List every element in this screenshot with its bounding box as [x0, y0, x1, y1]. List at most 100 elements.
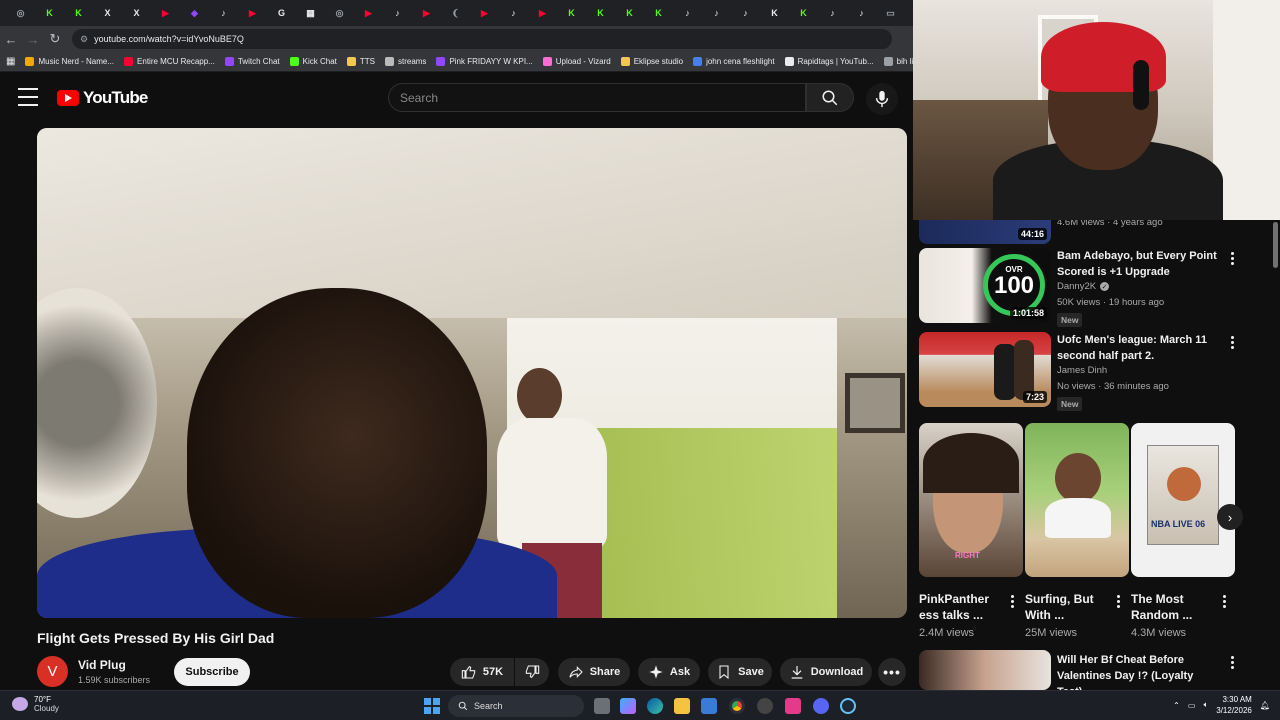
video-title[interactable]: Will Her Bf Cheat Before Valentines Day … — [1057, 652, 1217, 690]
browser-tab[interactable]: ▶ — [354, 0, 383, 26]
voice-search-button[interactable] — [866, 83, 898, 115]
address-bar[interactable]: ⚙ youtube.com/watch?v=idYvoNuBE7Q — [72, 29, 892, 49]
browser-tab[interactable]: ▶ — [470, 0, 499, 26]
more-vert-icon[interactable] — [1231, 252, 1235, 265]
browser-tab[interactable]: ♪ — [818, 0, 847, 26]
copilot-icon[interactable] — [620, 698, 636, 714]
browser-tab[interactable]: K — [586, 0, 615, 26]
taskbar-search[interactable]: Search — [448, 695, 584, 717]
bookmark-item[interactable]: Eklipse studio — [620, 57, 683, 66]
browser-tab[interactable]: K — [615, 0, 644, 26]
video-player[interactable] — [37, 128, 907, 618]
obs-icon[interactable] — [757, 698, 773, 714]
network-icon[interactable]: ▭ — [1188, 701, 1196, 710]
browser-tab[interactable]: ♪ — [383, 0, 412, 26]
browser-tab[interactable]: X — [122, 0, 151, 26]
recommended-video[interactable]: Will Her Bf Cheat Before Valentines Day … — [919, 650, 1274, 690]
browser-tab[interactable]: X — [93, 0, 122, 26]
more-vert-icon[interactable] — [1231, 336, 1235, 349]
volume-icon[interactable]: 🔈︎ — [1203, 700, 1208, 710]
video-title[interactable]: Uofc Men's league: March 11 second half … — [1057, 332, 1217, 364]
chrome-icon[interactable] — [729, 698, 745, 714]
browser-tab[interactable]: K — [789, 0, 818, 26]
more-vert-icon[interactable] — [1223, 595, 1227, 608]
bookmark-item[interactable]: Twitch Chat — [224, 57, 280, 66]
channel-name[interactable]: Vid Plug — [78, 658, 126, 672]
steam-icon[interactable] — [840, 698, 856, 714]
browser-tab[interactable]: K — [35, 0, 64, 26]
browser-tab[interactable]: ♪ — [702, 0, 731, 26]
task-view-icon[interactable] — [594, 698, 610, 714]
browser-tab[interactable]: ▭ — [876, 0, 905, 26]
download-button[interactable]: Download — [780, 658, 872, 686]
browser-tab[interactable]: K — [557, 0, 586, 26]
notification-bell-icon[interactable]: 🔔︎ — [1260, 701, 1270, 710]
browser-tab[interactable]: ▶ — [412, 0, 441, 26]
channel-name[interactable]: Danny2K — [1057, 281, 1096, 292]
browser-tab[interactable]: ▦ — [296, 0, 325, 26]
browser-tab[interactable]: K — [64, 0, 93, 26]
like-button[interactable]: 57K — [450, 658, 514, 686]
search-button[interactable] — [806, 83, 854, 112]
youtube-logo[interactable]: YouTube — [57, 88, 148, 108]
site-info-icon[interactable]: ⚙ — [80, 34, 88, 45]
subscribe-button[interactable]: Subscribe — [174, 658, 250, 686]
more-vert-icon[interactable] — [1011, 595, 1015, 608]
bookmark-item[interactable]: Kick Chat — [289, 57, 337, 66]
browser-tab[interactable]: K — [644, 0, 673, 26]
short-item[interactable]: RIGHT PinkPanther ess talks ... 2.4M vie… — [919, 423, 1023, 639]
dislike-button[interactable] — [515, 658, 549, 686]
browser-tab[interactable]: ▶ — [528, 0, 557, 26]
apps-icon[interactable]: ▦ — [6, 56, 15, 67]
bookmark-item[interactable]: bih links — [883, 57, 913, 66]
ask-button[interactable]: Ask — [638, 658, 700, 686]
recommended-video[interactable]: 7:23 Uofc Men's league: March 11 second … — [919, 332, 1274, 412]
reload-icon[interactable]: ↻ — [44, 26, 66, 52]
file-explorer-icon[interactable] — [674, 698, 690, 714]
save-button[interactable]: Save — [708, 658, 772, 686]
bookmark-item[interactable]: john cena fleshlight — [693, 57, 775, 66]
edge-icon[interactable] — [647, 698, 663, 714]
channel-name[interactable]: James Dinh — [1057, 365, 1107, 376]
app-icon[interactable] — [785, 698, 801, 714]
more-vert-icon[interactable] — [1231, 656, 1235, 669]
browser-tab[interactable]: ♪ — [847, 0, 876, 26]
forward-icon[interactable]: → — [22, 26, 44, 52]
browser-tab[interactable]: ◎ — [325, 0, 354, 26]
browser-tab[interactable]: ▶ — [238, 0, 267, 26]
channel-avatar[interactable]: V — [37, 656, 68, 687]
discord-icon[interactable] — [813, 698, 829, 714]
bookmark-item[interactable]: streams — [384, 57, 426, 66]
browser-tab[interactable]: G — [267, 0, 296, 26]
browser-tab[interactable]: K — [760, 0, 789, 26]
browser-tab[interactable]: ♪ — [209, 0, 238, 26]
bookmark-item[interactable]: Music Nerd - Name... — [25, 57, 114, 66]
browser-tab[interactable]: ♪ — [499, 0, 528, 26]
chevron-right-icon[interactable]: › — [1217, 504, 1243, 530]
browser-tab[interactable]: ▶ — [151, 0, 180, 26]
store-icon[interactable] — [701, 698, 717, 714]
bookmark-item[interactable]: Entire MCU Recapp... — [124, 57, 215, 66]
windows-start-icon[interactable] — [424, 698, 440, 714]
video-title[interactable]: Bam Adebayo, but Every Point Scored is +… — [1057, 248, 1217, 280]
short-item[interactable]: NBA LIVE 06 The Most Random ... 4.3M vie… — [1131, 423, 1235, 639]
bookmark-item[interactable]: Pink FRIDAYY W KPI... — [436, 57, 533, 66]
chevron-up-icon[interactable]: ⌃ — [1173, 701, 1180, 710]
short-item[interactable]: Surfing, But With ... 25M views — [1025, 423, 1129, 639]
browser-tab[interactable]: ◎ — [6, 0, 35, 26]
back-icon[interactable]: ← — [0, 26, 22, 52]
weather-widget[interactable]: 70°F Cloudy — [12, 695, 59, 713]
browser-tab[interactable]: ♪ — [673, 0, 702, 26]
browser-tab[interactable]: ♪ — [731, 0, 760, 26]
share-button[interactable]: Share — [558, 658, 630, 686]
browser-tab[interactable]: ❨ — [441, 0, 470, 26]
bookmark-item[interactable]: Upload - Vizard — [542, 57, 611, 66]
bookmark-item[interactable]: Rapidtags | YouTub... — [784, 57, 874, 66]
browser-tab[interactable]: ◆ — [180, 0, 209, 26]
bookmark-item[interactable]: TTS — [346, 57, 375, 66]
menu-icon[interactable] — [18, 88, 38, 106]
clock[interactable]: 3:30 AM 3/12/2026 — [1216, 694, 1252, 716]
recommended-video[interactable]: OVR 100 1:01:58 Bam Adebayo, but Every P… — [919, 248, 1274, 328]
recommended-video[interactable]: 44:16 4.6M views · 4 years ago — [919, 220, 1274, 244]
more-actions-button[interactable]: ••• — [878, 658, 906, 686]
